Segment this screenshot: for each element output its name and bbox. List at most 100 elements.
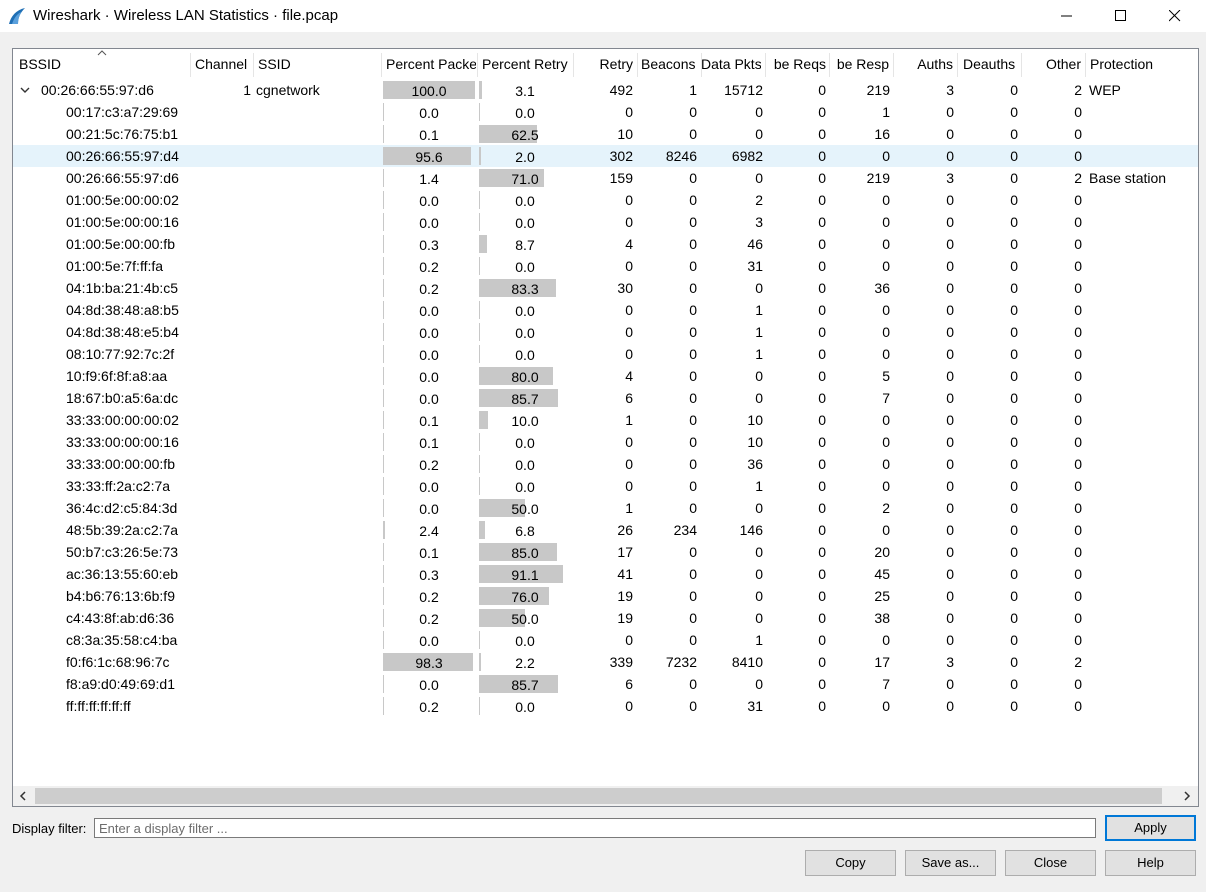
probe-resp-cell: 7: [882, 390, 890, 406]
table-row[interactable]: 00:17:c3:a7:29:69 0.0 0.0 0 0 0 0 1 0 0 0: [13, 101, 1198, 123]
percent-packets-cell: 98.3: [415, 655, 443, 671]
table-row[interactable]: ac:36:13:55:60:eb 0.3 91.1 41 0 0 0 45 0 0 0: [13, 563, 1198, 585]
data-pkts-cell: 8410: [731, 654, 763, 670]
table-row[interactable]: 18:67:b0:a5:6a:dc 0.0 85.7 6 0 0 0 7 0 0 0: [13, 387, 1198, 409]
other-cell: 0: [1074, 390, 1082, 406]
table-row[interactable]: 00:26:66:55:97:d6 1.4 71.0 159 0 0 0 219 3 0 2 Base…: [13, 167, 1198, 189]
protection-cell: [1089, 277, 1194, 299]
percent-retry-cell: 0.0: [515, 259, 535, 275]
table-row[interactable]: 01:00:5e:00:00:16 0.0 0.0 0 0 3 0 0 0 0 0: [13, 211, 1198, 233]
other-cell: 0: [1074, 104, 1082, 120]
deauths-cell: 0: [1010, 654, 1018, 670]
col-header-channel[interactable]: Channel: [195, 49, 253, 77]
table-row[interactable]: b4:b6:76:13:6b:f9 0.2 76.0 19 0 0 0 25 0 0 0: [13, 585, 1198, 607]
table-row[interactable]: 04:8d:38:48:e5:b4 0.0 0.0 0 0 1 0 0 0 0 0: [13, 321, 1198, 343]
table-row[interactable]: 01:00:5e:7f:ff:fa 0.2 0.0 0 0 31 0 0 0 0 0: [13, 255, 1198, 277]
table-row[interactable]: f8:a9:d0:49:69:d1 0.0 85.7 6 0 0 0 7 0 0 0: [13, 673, 1198, 695]
probe-reqs-cell: 0: [818, 544, 826, 560]
percent-retry-cell: 50.0: [511, 501, 539, 517]
col-header-probe-resp[interactable]: be Resp: [831, 49, 889, 77]
probe-reqs-cell: 0: [818, 170, 826, 186]
protection-cell: [1089, 585, 1194, 607]
wlan-stats-tree[interactable]: BSSID Channel SSID Percent Packe Percent…: [12, 48, 1199, 807]
col-header-percent-packets[interactable]: Percent Packe: [386, 49, 476, 77]
percent-packets-cell: 1.4: [419, 171, 439, 187]
other-cell: 0: [1074, 456, 1082, 472]
percent-packets-cell: 0.0: [419, 303, 439, 319]
scroll-right-icon[interactable]: [1179, 788, 1195, 804]
bssid-cell: 00:21:5c:76:75:b1: [66, 126, 179, 142]
deauths-cell: 0: [1010, 412, 1018, 428]
col-header-bssid[interactable]: BSSID: [19, 49, 189, 77]
probe-reqs-cell: 0: [818, 126, 826, 142]
probe-reqs-cell: 0: [818, 280, 826, 296]
col-header-percent-retry[interactable]: Percent Retry: [482, 49, 572, 77]
col-header-beacons[interactable]: Beacons: [641, 49, 701, 77]
other-cell: 0: [1074, 676, 1082, 692]
other-cell: 0: [1074, 368, 1082, 384]
display-filter-input[interactable]: Enter a display filter ...: [94, 818, 1096, 838]
col-header-ssid[interactable]: SSID: [258, 49, 378, 77]
col-header-data-pkts[interactable]: Data Pkts: [701, 49, 761, 77]
table-row[interactable]: f0:f6:1c:68:96:7c 98.3 2.2 339 7232 8410 0 17 3 0…: [13, 651, 1198, 673]
beacons-cell: 0: [689, 412, 697, 428]
chevron-down-icon[interactable]: [19, 84, 31, 96]
col-header-auths[interactable]: Auths: [895, 49, 953, 77]
table-row[interactable]: 00:26:66:55:97:d4 95.6 2.0 302 8246 6982 0 0 0 0 0: [13, 145, 1198, 167]
col-header-protection[interactable]: Protection: [1090, 49, 1190, 77]
auths-cell: 3: [946, 82, 954, 98]
close-window-button[interactable]: [1152, 0, 1198, 32]
table-row[interactable]: 50:b7:c3:26:5e:73 0.1 85.0 17 0 0 0 20 0 0 0: [13, 541, 1198, 563]
col-header-retry[interactable]: Retry: [575, 49, 633, 77]
table-row[interactable]: c4:43:8f:ab:d6:36 0.2 50.0 19 0 0 0 38 0 0 0: [13, 607, 1198, 629]
col-header-deauths[interactable]: Deauths: [963, 49, 1023, 77]
maximize-button[interactable]: [1098, 0, 1144, 32]
table-row[interactable]: 01:00:5e:00:00:02 0.0 0.0 0 0 2 0 0 0 0 0: [13, 189, 1198, 211]
table-row[interactable]: 33:33:00:00:00:16 0.1 0.0 0 0 10 0 0 0 0 0: [13, 431, 1198, 453]
parent-row[interactable]: 00:26:66:55:97:d6 1 cgnetwork 100.0 3.1 492 1 1…: [13, 79, 1198, 101]
save-as-button[interactable]: Save as...: [905, 850, 996, 876]
beacons-cell: 0: [689, 632, 697, 648]
table-row[interactable]: 04:1b:ba:21:4b:c5 0.2 83.3 30 0 0 0 36 0 0 0: [13, 277, 1198, 299]
title-bar: Wireshark · Wireless LAN Statistics · fi…: [0, 0, 1206, 32]
minimize-button[interactable]: [1044, 0, 1090, 32]
other-cell: 0: [1074, 434, 1082, 450]
probe-resp-cell: 0: [882, 236, 890, 252]
percent-retry-cell: 0.0: [515, 347, 535, 363]
probe-reqs-cell: 0: [818, 500, 826, 516]
apply-button[interactable]: Apply: [1105, 815, 1196, 841]
horizontal-scrollbar[interactable]: [13, 786, 1198, 806]
data-pkts-cell: 0: [755, 588, 763, 604]
other-cell: 0: [1074, 302, 1082, 318]
close-button[interactable]: Close: [1005, 850, 1096, 876]
copy-button[interactable]: Copy: [805, 850, 896, 876]
table-row[interactable]: 04:8d:38:48:a8:b5 0.0 0.0 0 0 1 0 0 0 0 0: [13, 299, 1198, 321]
protection-cell: [1089, 673, 1194, 695]
table-row[interactable]: 48:5b:39:2a:c2:7a 2.4 6.8 26 234 146 0 0 0 0 0: [13, 519, 1198, 541]
bssid-cell: 18:67:b0:a5:6a:dc: [66, 390, 179, 406]
data-pkts-cell: 6982: [731, 148, 763, 164]
scroll-left-icon[interactable]: [15, 788, 31, 804]
data-pkts-cell: 31: [747, 258, 763, 274]
table-row[interactable]: c8:3a:35:58:c4:ba 0.0 0.0 0 0 1 0 0 0 0 0: [13, 629, 1198, 651]
scrollbar-thumb[interactable]: [35, 788, 1162, 804]
protection-cell: [1089, 299, 1194, 321]
table-row[interactable]: 00:21:5c:76:75:b1 0.1 62.5 10 0 0 0 16 0 0 0: [13, 123, 1198, 145]
bssid-cell: b4:b6:76:13:6b:f9: [66, 588, 175, 604]
table-row[interactable]: ff:ff:ff:ff:ff:ff 0.2 0.0 0 0 31 0 0 0 0 0: [13, 695, 1198, 717]
col-header-probe-reqs[interactable]: be Reqs: [767, 49, 826, 77]
table-row[interactable]: 33:33:00:00:00:02 0.1 10.0 1 0 10 0 0 0 0 0: [13, 409, 1198, 431]
percent-packets-cell: 95.6: [415, 149, 443, 165]
bssid-cell: 50:b7:c3:26:5e:73: [66, 544, 179, 560]
col-header-other[interactable]: Other: [1023, 49, 1081, 77]
table-row[interactable]: 33:33:ff:2a:c2:7a 0.0 0.0 0 0 1 0 0 0 0 0: [13, 475, 1198, 497]
help-button[interactable]: Help: [1105, 850, 1196, 876]
bssid-cell: 01:00:5e:00:00:16: [66, 214, 179, 230]
table-row[interactable]: 08:10:77:92:7c:2f 0.0 0.0 0 0 1 0 0 0 0 0: [13, 343, 1198, 365]
auths-cell: 0: [946, 610, 954, 626]
table-row[interactable]: 36:4c:d2:c5:84:3d 0.0 50.0 1 0 0 0 2 0 0 0: [13, 497, 1198, 519]
channel-cell: 1: [243, 82, 251, 98]
table-row[interactable]: 10:f9:6f:8f:a8:aa 0.0 80.0 4 0 0 0 5 0 0 0: [13, 365, 1198, 387]
table-row[interactable]: 01:00:5e:00:00:fb 0.3 8.7 4 0 46 0 0 0 0 0: [13, 233, 1198, 255]
table-row[interactable]: 33:33:00:00:00:fb 0.2 0.0 0 0 36 0 0 0 0 0: [13, 453, 1198, 475]
